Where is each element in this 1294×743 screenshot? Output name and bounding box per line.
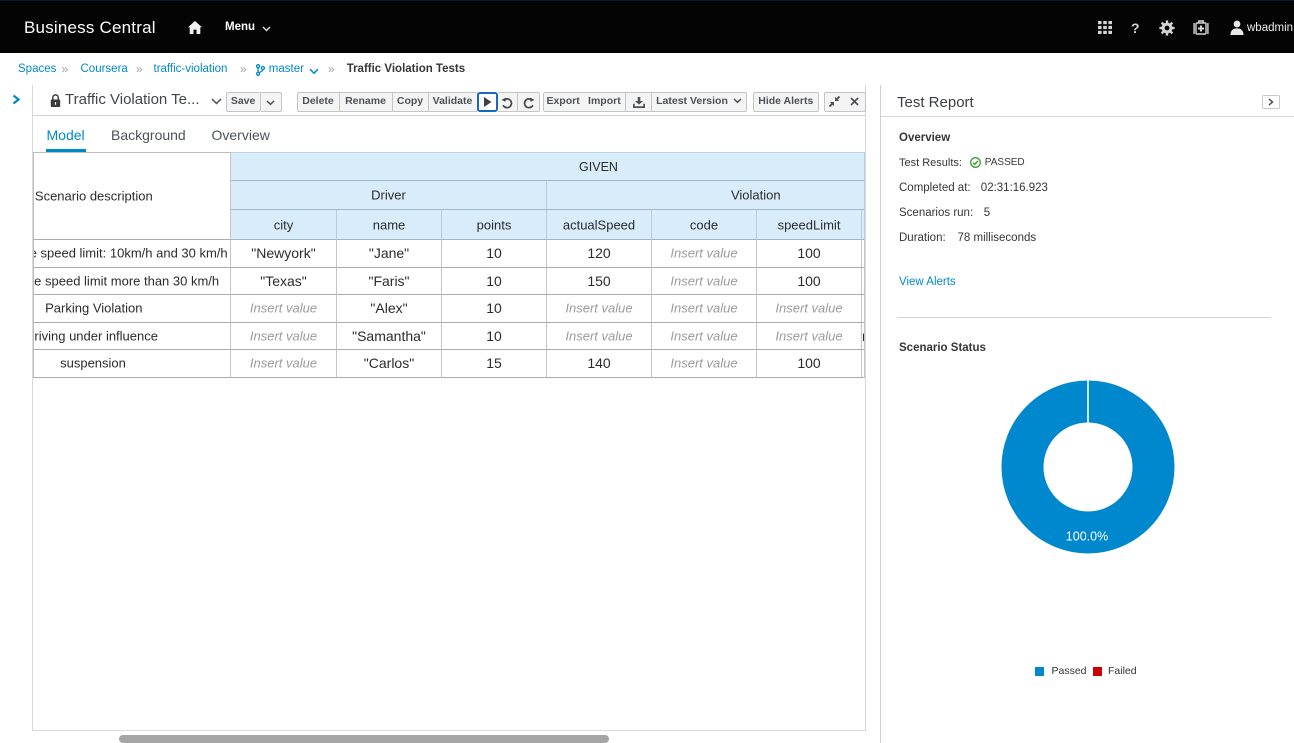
svg-text:100.0%: 100.0% <box>1066 530 1108 544</box>
